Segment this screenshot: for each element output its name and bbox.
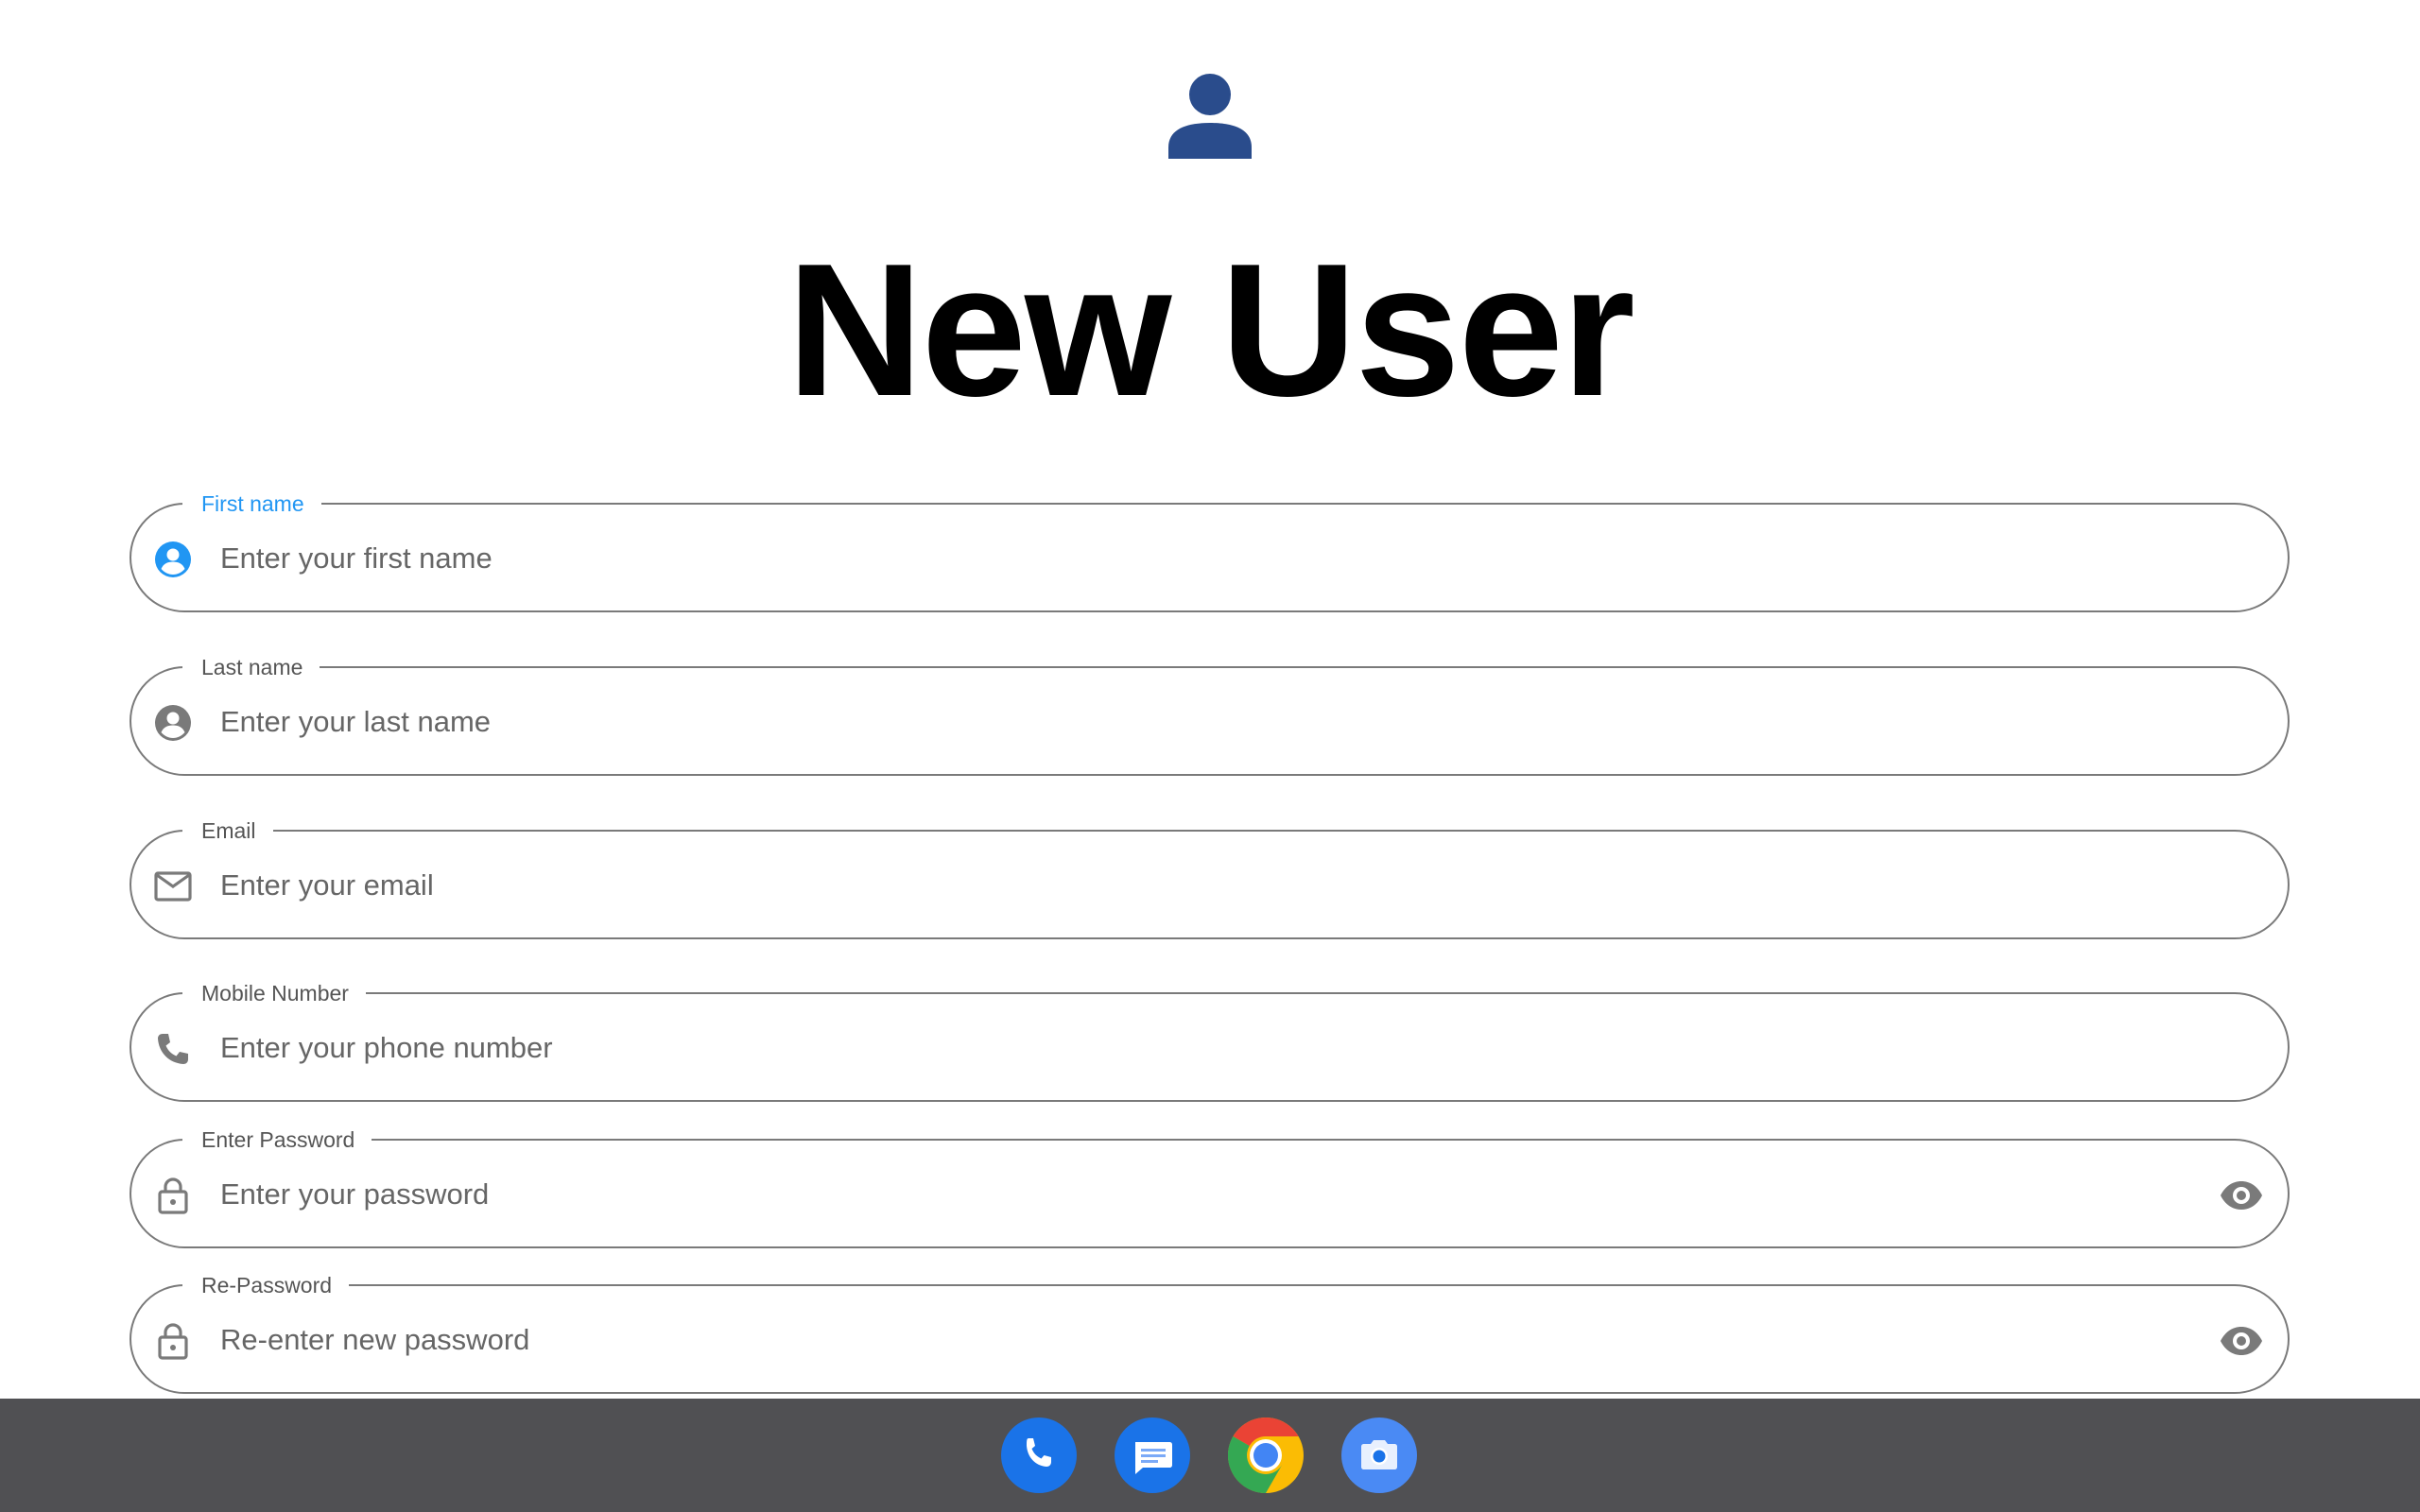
re-password-label: Re-Password	[182, 1272, 350, 1298]
phone-input[interactable]	[220, 1026, 2174, 1070]
email-label: Email	[182, 817, 273, 844]
password-label: Enter Password	[182, 1126, 372, 1153]
chrome-app-icon[interactable]	[1228, 1418, 1304, 1493]
messages-app-icon[interactable]	[1115, 1418, 1190, 1493]
phone-icon	[158, 1034, 188, 1064]
camera-app-icon[interactable]	[1341, 1418, 1417, 1493]
mobile-number-label: Mobile Number	[182, 980, 366, 1006]
account-circle-icon	[155, 705, 191, 741]
account-circle-icon	[155, 541, 191, 577]
person-icon	[1168, 74, 1252, 159]
lock-icon	[158, 1323, 188, 1360]
mobile-number-field[interactable]: Mobile Number	[130, 980, 2290, 1102]
re-password-input[interactable]	[220, 1318, 2174, 1362]
first-name-label: First name	[182, 490, 321, 517]
last-name-label: Last name	[182, 654, 320, 680]
new-user-screen: New User First name Last name Email Mobi…	[0, 0, 2420, 1512]
mail-icon	[154, 871, 192, 902]
re-password-field[interactable]: Re-Password	[130, 1272, 2290, 1394]
app-dock	[1001, 1418, 1417, 1493]
password-field[interactable]: Enter Password	[130, 1126, 2290, 1248]
email-input[interactable]	[220, 864, 2174, 907]
last-name-field[interactable]: Last name	[130, 654, 2290, 776]
phone-app-icon[interactable]	[1001, 1418, 1077, 1493]
first-name-field[interactable]: First name	[130, 490, 2290, 612]
first-name-input[interactable]	[220, 537, 2174, 580]
taskbar	[0, 1399, 2420, 1512]
password-input[interactable]	[220, 1173, 2174, 1216]
email-field[interactable]: Email	[130, 817, 2290, 939]
eye-icon[interactable]	[2220, 1177, 2263, 1214]
lock-icon	[158, 1177, 188, 1214]
last-name-input[interactable]	[220, 700, 2174, 744]
page-title: New User	[786, 225, 1635, 436]
eye-icon[interactable]	[2220, 1322, 2263, 1360]
